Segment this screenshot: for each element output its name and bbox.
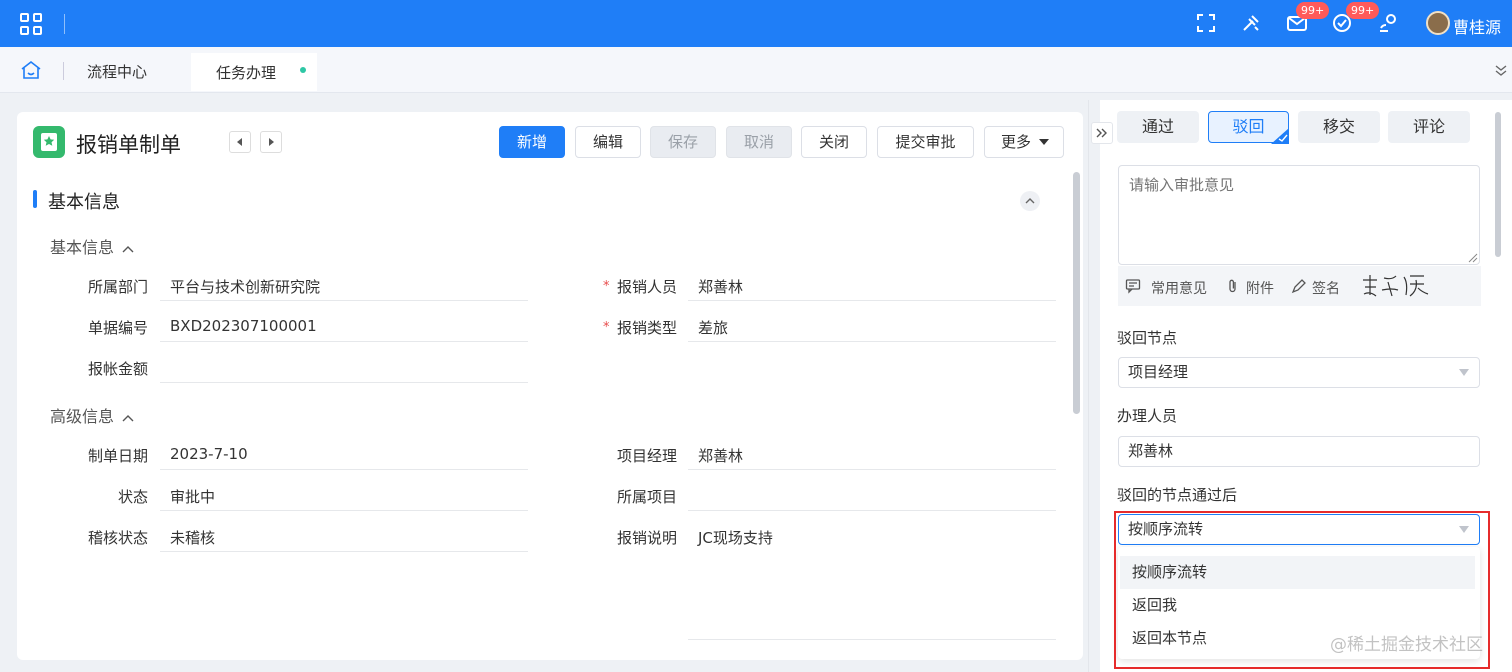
field-underline	[160, 510, 528, 511]
field-label-pm: 项目经理	[616, 447, 677, 465]
field-underline	[160, 382, 528, 383]
field-underline	[160, 469, 528, 470]
field-value-status: 审批中	[170, 488, 216, 506]
next-record-button[interactable]	[260, 131, 282, 153]
field-label-desc: 报销说明	[616, 529, 677, 547]
collapse-panel-icon[interactable]	[1091, 122, 1113, 144]
resize-grip-icon[interactable]	[1466, 251, 1478, 263]
task-badge: 99+	[1346, 2, 1380, 19]
field-label-type: 报销类型	[616, 319, 677, 337]
field-label-project: 所属项目	[616, 488, 677, 506]
chevron-down-double-icon[interactable]	[1494, 63, 1508, 77]
add-button[interactable]: 新增	[499, 126, 565, 158]
field-underline	[688, 510, 1056, 511]
field-value-date: 2023-7-10	[170, 445, 248, 463]
collapse-section-icon[interactable]	[1020, 191, 1040, 211]
topbar-divider	[64, 14, 65, 34]
mail-badge: 99+	[1296, 2, 1330, 19]
field-underline	[160, 551, 528, 552]
field-underline	[160, 300, 528, 301]
caret-down-icon	[1039, 139, 1049, 145]
field-underline	[160, 341, 528, 342]
active-tab-dot	[300, 67, 306, 73]
section-title: 基本信息	[48, 192, 120, 213]
tab-task-handling-label: 任务办理	[216, 64, 277, 82]
tab-divider	[63, 62, 64, 80]
transfer-button[interactable]: 移交	[1298, 111, 1380, 143]
after-pass-label: 驳回的节点通过后	[1117, 486, 1238, 504]
home-icon[interactable]	[20, 60, 42, 80]
field-label-date: 制单日期	[87, 447, 148, 465]
field-value-audit-status: 未稽核	[170, 529, 216, 547]
watermark: @稀土掘金技术社区	[1330, 635, 1483, 655]
field-label-amount: 报帐金额	[87, 360, 148, 378]
approve-button[interactable]: 通过	[1117, 111, 1199, 143]
app-grid-icon[interactable]	[20, 13, 42, 35]
more-button[interactable]: 更多	[984, 126, 1064, 158]
reject-node-value: 项目经理	[1128, 363, 1189, 381]
more-button-label: 更多	[1001, 133, 1032, 151]
attachment-link[interactable]: 附件	[1246, 278, 1274, 298]
prev-record-button[interactable]	[229, 131, 251, 153]
handler-label: 办理人员	[1117, 407, 1178, 425]
page-title: 报销单制单	[76, 133, 181, 157]
user-key-icon[interactable]	[1377, 12, 1399, 34]
handler-value: 郑善林	[1128, 442, 1174, 460]
field-label-audit-status: 稽核状态	[87, 529, 148, 547]
comment-template-icon[interactable]	[1125, 278, 1141, 294]
field-value-dept: 平台与技术创新研究院	[170, 278, 321, 296]
field-value-doc-no: BXD202307100001	[170, 317, 317, 335]
approval-opinion-input[interactable]	[1118, 165, 1480, 265]
field-value-type: 差旅	[698, 319, 729, 337]
pen-icon[interactable]	[1291, 278, 1307, 294]
section-accent	[33, 190, 37, 208]
tab-task-handling[interactable]: 任务办理	[191, 53, 317, 91]
field-underline	[688, 341, 1056, 342]
save-button[interactable]: 保存	[650, 126, 716, 158]
field-value-applicant: 郑善林	[698, 278, 744, 296]
field-label-applicant: 报销人员	[616, 278, 677, 296]
group-advanced[interactable]: 高级信息	[50, 403, 134, 427]
tools-icon[interactable]	[1240, 12, 1262, 34]
edit-button[interactable]: 编辑	[575, 126, 641, 158]
field-value-desc: JC现场支持	[698, 529, 773, 547]
field-value-pm: 郑善林	[698, 447, 744, 465]
field-underline	[688, 469, 1056, 470]
fullscreen-icon[interactable]	[1195, 12, 1217, 34]
field-underline	[688, 639, 1056, 640]
dropdown-arrow-icon	[1459, 369, 1469, 376]
cancel-button[interactable]: 取消	[726, 126, 792, 158]
panel-splitter[interactable]	[1088, 100, 1089, 672]
field-label-dept: 所属部门	[87, 278, 148, 296]
avatar[interactable]	[1426, 11, 1450, 35]
comment-button[interactable]: 评论	[1388, 111, 1470, 143]
reject-node-label: 驳回节点	[1117, 329, 1178, 347]
signature-link[interactable]: 签名	[1312, 278, 1340, 298]
submit-approval-button[interactable]: 提交审批	[877, 126, 974, 158]
field-label-status: 状态	[117, 488, 148, 506]
field-underline	[688, 300, 1056, 301]
chevron-up-icon	[122, 414, 134, 421]
field-label-doc-no: 单据编号	[87, 319, 148, 337]
paperclip-icon[interactable]	[1225, 278, 1241, 294]
document-panel	[17, 112, 1083, 660]
handwritten-signature	[1360, 272, 1436, 300]
common-opinion-link[interactable]: 常用意见	[1151, 278, 1207, 298]
selected-corner-icon	[1271, 128, 1289, 144]
chevron-up-icon	[122, 245, 134, 252]
group-basic-label: 基本信息	[50, 238, 115, 257]
user-name[interactable]: 曹桂源	[1453, 14, 1501, 38]
close-button[interactable]: 关闭	[801, 126, 867, 158]
main-scrollbar[interactable]	[1073, 172, 1080, 414]
tab-process-center[interactable]: 流程中心	[87, 61, 147, 82]
reject-node-select[interactable]: 项目经理	[1118, 357, 1480, 388]
side-scrollbar[interactable]	[1495, 112, 1501, 257]
group-basic[interactable]: 基本信息	[50, 234, 134, 258]
document-logo-icon	[33, 126, 65, 158]
handler-input[interactable]: 郑善林	[1118, 436, 1480, 467]
group-advanced-label: 高级信息	[50, 407, 115, 426]
